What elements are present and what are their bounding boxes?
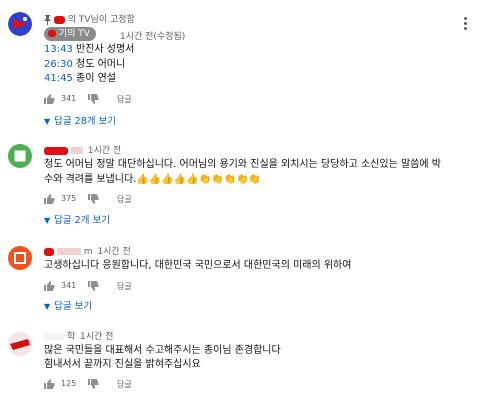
reply-button[interactable]: 답글 bbox=[117, 379, 132, 390]
view-replies-label: 답글 보기 bbox=[54, 301, 93, 312]
comment-text: 반진사 성명서 bbox=[72, 44, 135, 55]
redacted-name bbox=[48, 30, 56, 37]
comment-time[interactable]: 1시간 전(수정됨) bbox=[120, 29, 185, 42]
comment-header: m 1시간 전 bbox=[44, 244, 131, 257]
avatar[interactable] bbox=[8, 12, 32, 36]
view-replies-label: 답글 2개 보기 bbox=[54, 215, 110, 226]
avatar[interactable] bbox=[8, 332, 32, 356]
like-icon[interactable] bbox=[44, 379, 55, 389]
avatar-placeholder-icon bbox=[14, 252, 26, 264]
like-count: 375 bbox=[61, 194, 77, 203]
reply-button[interactable]: 답글 bbox=[117, 281, 132, 292]
view-replies-button[interactable]: ▼ 답글 보기 bbox=[44, 298, 92, 312]
pinned-label: 의 TV님이 고정함 bbox=[67, 15, 135, 25]
comment-thread: 1시간 전 청도 어머님 정말 대단하십니다. 어머님의 용기와 진실을 외치시… bbox=[0, 138, 480, 230]
more-actions-icon[interactable] bbox=[464, 17, 468, 32]
comment-text: 종이 연설 bbox=[72, 73, 116, 84]
author-suffix[interactable]: m bbox=[84, 247, 93, 257]
pin-icon bbox=[44, 14, 51, 25]
comment-text: 많은 국민들을 대표해서 수고해주시는 종이님 존경합니다 bbox=[44, 345, 281, 356]
redacted-name bbox=[44, 333, 64, 340]
author-name: 기의 TV bbox=[58, 29, 90, 39]
timestamp-link[interactable]: 41:45 bbox=[44, 73, 73, 84]
timestamp-link[interactable]: 26:30 bbox=[44, 59, 73, 70]
like-count: 125 bbox=[61, 379, 77, 388]
redacted-name bbox=[44, 146, 68, 155]
redacted-name bbox=[53, 15, 65, 24]
author-suffix[interactable]: 학 bbox=[67, 332, 75, 342]
like-count: 341 bbox=[61, 94, 77, 103]
author-badge[interactable]: 기의 TV bbox=[44, 27, 96, 41]
comment-header: 학 1시간 전 bbox=[44, 329, 113, 342]
chevron-down-icon: ▼ bbox=[44, 117, 51, 126]
redacted-name bbox=[44, 247, 54, 256]
redacted-name bbox=[56, 248, 81, 255]
comment-text: 청도 어머니 bbox=[72, 59, 126, 70]
view-replies-button[interactable]: ▼ 답글 28개 보기 bbox=[44, 113, 116, 127]
avatar[interactable] bbox=[8, 144, 32, 168]
like-icon[interactable] bbox=[44, 94, 55, 104]
reply-button[interactable]: 답글 bbox=[117, 194, 132, 205]
comment-time[interactable]: 1시간 전 bbox=[97, 247, 130, 257]
like-icon[interactable] bbox=[44, 281, 55, 291]
dislike-icon[interactable] bbox=[88, 281, 99, 291]
channel-logo-icon bbox=[8, 12, 32, 36]
timestamp-link[interactable]: 13:43 bbox=[44, 44, 73, 55]
dislike-icon[interactable] bbox=[88, 379, 99, 389]
view-replies-button[interactable]: ▼ 답글 2개 보기 bbox=[44, 212, 110, 226]
pinned-label-row: 의 TV님이 고정함 bbox=[44, 12, 135, 25]
avatar-image-icon bbox=[10, 339, 30, 350]
comment-thread: m 1시간 전 고생하십니다 응원합니다, 대한민국 국민으로서 대한민국의 미… bbox=[0, 240, 480, 318]
view-replies-label: 답글 28개 보기 bbox=[54, 116, 116, 127]
dislike-icon[interactable] bbox=[88, 94, 99, 104]
chevron-down-icon: ▼ bbox=[44, 302, 51, 311]
comment-time[interactable]: 1시간 전 bbox=[80, 332, 113, 342]
dislike-icon[interactable] bbox=[88, 194, 99, 204]
comment-line: 26:30 청도 어머니 bbox=[44, 58, 125, 72]
comment-header: 1시간 전 bbox=[44, 143, 121, 156]
comment-text: 고생하십니다 응원합니다, 대한민국 국민으로서 대한민국의 미래의 위하여 bbox=[44, 260, 352, 271]
comment-thread: 학 1시간 전 많은 국민들을 대표해서 수고해주시는 종이님 존경합니다 힘내… bbox=[0, 326, 480, 405]
comment-line: 13:43 반진사 성명서 bbox=[44, 43, 134, 57]
comment-text: 청도 어머님 정말 대단하십니다. 어머님의 용기와 진실을 외치시는 당당하고… bbox=[44, 159, 441, 170]
comment-line: 41:45 종이 연설 bbox=[44, 72, 116, 86]
comment-text: 힘내서서 끝까지 진실을 밝혀주십시요 bbox=[44, 359, 201, 370]
chevron-down-icon: ▼ bbox=[44, 216, 51, 225]
redacted-name bbox=[70, 147, 83, 154]
like-count: 341 bbox=[61, 281, 77, 290]
comment-thread: 의 TV님이 고정함 기의 TV 1시간 전(수정됨) 13:43 반진사 성명… bbox=[0, 0, 480, 130]
avatar[interactable] bbox=[8, 246, 32, 270]
like-icon[interactable] bbox=[44, 194, 55, 204]
comment-time[interactable]: 1시간 전 bbox=[88, 146, 121, 156]
avatar-placeholder-icon bbox=[14, 150, 26, 162]
comment-text: 수와 격려를 보냅니다.👍👍👍👍👍👏👏👏👏👏 bbox=[44, 174, 261, 185]
reply-button[interactable]: 답글 bbox=[117, 94, 132, 105]
